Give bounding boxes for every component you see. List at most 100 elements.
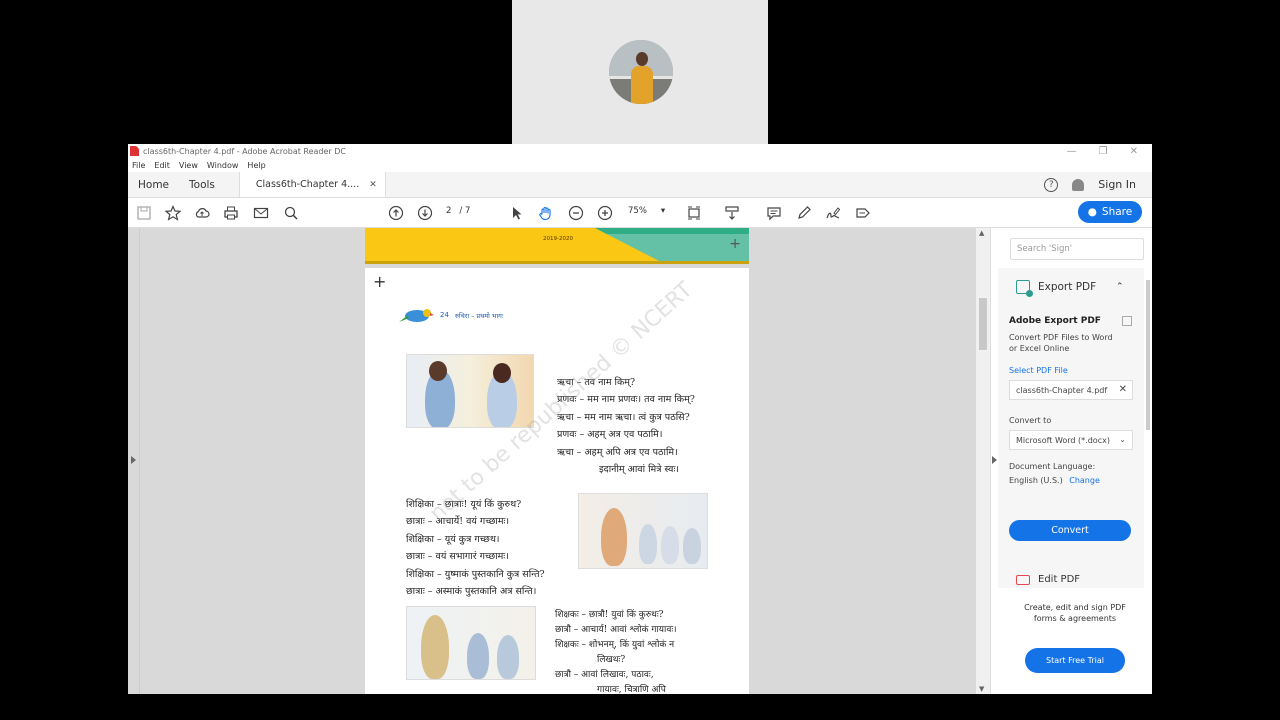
dialogue-line: ऋचा – तव नाम किम्? <box>557 377 636 388</box>
tools-pane: Search 'Sign' Export PDF ⌃ Adobe Export … <box>998 228 1152 694</box>
maximize-button[interactable]: ❐ <box>1099 146 1108 157</box>
help-icon[interactable]: ? <box>1044 177 1059 192</box>
promo-line: Create, edit and sign PDF <box>1024 603 1126 612</box>
dialogue-2: शिक्षिका – छात्राः! यूयं किं कुरुथ? छात्… <box>406 496 545 600</box>
dialogue-1: ऋचा – तव नाम किम्? प्रणवः – मम नाम प्रणव… <box>557 374 695 478</box>
start-free-trial-button[interactable]: Start Free Trial <box>1025 648 1125 673</box>
crosshair-cursor-icon: + <box>373 272 387 291</box>
pdf-file-icon <box>130 146 139 156</box>
menu-edit[interactable]: Edit <box>154 161 170 170</box>
export-description-2: or Excel Online <box>1009 344 1070 353</box>
next-page-icon[interactable] <box>417 205 433 221</box>
scroll-down-icon[interactable]: ▼ <box>979 685 984 693</box>
document-viewport[interactable]: 2019-2020 + + 24 रुचिरा – प्रथमो भागः ऋच… <box>128 228 990 694</box>
menu-bar: File Edit View Window Help <box>128 158 1152 172</box>
page-year: 2019-2020 <box>543 236 573 242</box>
scroll-mode-icon[interactable] <box>724 205 740 221</box>
edit-pdf-icon <box>1016 574 1030 585</box>
expand-left-icon <box>131 456 136 464</box>
cloud-upload-icon[interactable] <box>194 205 210 221</box>
search-zoom-icon[interactable] <box>283 205 299 221</box>
panel-scrollbar[interactable] <box>1144 268 1152 588</box>
select-cursor-icon[interactable] <box>509 205 525 221</box>
left-panel-toggle[interactable] <box>128 228 140 694</box>
convert-button[interactable]: Convert <box>1009 520 1131 541</box>
bookmark-star-icon[interactable] <box>165 205 181 221</box>
chevron-down-icon: ⌄ <box>1119 435 1126 444</box>
print-icon[interactable] <box>223 205 239 221</box>
copy-icon[interactable] <box>1122 316 1132 326</box>
scroll-up-icon[interactable]: ▲ <box>979 229 984 237</box>
save-icon[interactable] <box>136 205 152 221</box>
select-file-link[interactable]: Select PDF File <box>1009 366 1068 375</box>
email-icon[interactable] <box>253 205 269 221</box>
tools-search-input[interactable]: Search 'Sign' <box>1010 238 1144 260</box>
zoom-out-icon[interactable] <box>568 205 584 221</box>
chevron-up-icon[interactable]: ⌃ <box>1116 282 1124 292</box>
dialogue-line: छात्रौ – आचार्य! आवां श्लोकं गायावः। <box>555 625 677 635</box>
selected-file-field: class6th-Chapter 4.pdf ✕ <box>1009 380 1133 400</box>
add-person-icon: ● <box>1087 206 1097 218</box>
main-toolbar: 2 / 7 75% ▾ ● Share <box>128 198 1152 228</box>
convert-to-label: Convert to <box>1009 416 1052 425</box>
page-fit-icon[interactable] <box>686 205 702 221</box>
export-pdf-icon <box>1016 280 1033 297</box>
page-current-input[interactable]: 2 <box>446 206 451 216</box>
right-pane-toggle[interactable] <box>990 228 998 694</box>
remove-file-icon[interactable]: ✕ <box>1119 384 1127 395</box>
dialogue-line: छात्रौ – आवां लिखावः, पठावः, <box>555 670 654 680</box>
change-language-link[interactable]: Change <box>1069 476 1100 485</box>
highlight-pen-icon[interactable] <box>796 205 812 221</box>
comment-icon[interactable] <box>766 205 782 221</box>
close-tab-icon[interactable]: ✕ <box>369 180 377 190</box>
sign-in-link[interactable]: Sign In <box>1098 178 1136 191</box>
crosshair-icon: + <box>729 236 741 252</box>
tab-document[interactable]: Class6th-Chapter 4.... ✕ <box>238 172 386 197</box>
menu-file[interactable]: File <box>132 161 145 170</box>
zoom-in-icon[interactable] <box>597 205 613 221</box>
dialogue-line: शिक्षिका – युष्माकं पुस्तकानि कुत्र सन्त… <box>406 568 545 580</box>
notification-bell-icon[interactable] <box>1072 178 1085 191</box>
scrollbar-thumb[interactable] <box>979 298 987 350</box>
tab-document-label: Class6th-Chapter 4.... <box>255 179 360 190</box>
dialogue-line: शिक्षिका – छात्राः! यूयं किं कुरुथ? <box>406 499 522 510</box>
share-button[interactable]: ● Share <box>1078 201 1142 223</box>
menu-window[interactable]: Window <box>207 161 239 170</box>
more-tools-icon[interactable] <box>855 205 871 221</box>
export-pdf-panel: Export PDF ⌃ Adobe Export PDF Convert PD… <box>998 268 1144 588</box>
close-window-button[interactable]: ✕ <box>1130 146 1138 157</box>
tab-tools[interactable]: Tools <box>179 172 225 197</box>
format-select[interactable]: Microsoft Word (*.docx) ⌄ <box>1009 430 1133 450</box>
panel-scrollbar-thumb[interactable] <box>1146 280 1150 430</box>
menu-view[interactable]: View <box>179 161 198 170</box>
window-title: class6th-Chapter 4.pdf - Adobe Acrobat R… <box>143 146 346 156</box>
dialogue-line: इदानीम् आवां मित्रे स्वः। <box>599 464 679 476</box>
dialogue-line: ऋचा – अहम् अपि अत्र एव पठामि। <box>557 446 678 458</box>
vertical-scrollbar[interactable]: ▲ ▼ <box>976 228 990 694</box>
zoom-level: 75% <box>628 206 647 216</box>
dialogue-line: प्रणवः – मम नाम प्रणवः। तव नाम किम्? <box>557 394 695 406</box>
menu-help[interactable]: Help <box>247 161 265 170</box>
page-indicator[interactable]: 2 / 7 <box>446 206 470 216</box>
edit-pdf-tool[interactable]: Edit PDF <box>1016 574 1080 585</box>
promo-line: forms & agreements <box>1033 614 1117 623</box>
previous-page-icon[interactable] <box>388 205 404 221</box>
dialogue-line: छात्राः – वयं सभागारं गच्छामः। <box>406 551 509 563</box>
title-bar: class6th-Chapter 4.pdf - Adobe Acrobat R… <box>128 144 1152 158</box>
tab-home[interactable]: Home <box>128 172 179 197</box>
participant-avatar <box>609 40 673 104</box>
dialogue-line: ऋचा – मम नाम ऋचा। त्वं कुत्र पठसि? <box>557 411 690 423</box>
format-value: Microsoft Word (*.docx) <box>1016 436 1110 445</box>
export-pdf-header[interactable]: Export PDF <box>1016 280 1096 297</box>
fill-sign-icon[interactable] <box>825 205 841 221</box>
dialogue-line: छात्राः – आचार्ये! वयं गच्छामः। <box>406 516 510 528</box>
zoom-level-dropdown[interactable]: 75% ▾ <box>628 206 665 216</box>
minimize-button[interactable]: — <box>1067 146 1077 157</box>
export-description-1: Convert PDF Files to Word <box>1009 333 1113 342</box>
illustration-teacher-students <box>578 493 708 569</box>
tab-bar: Home Tools Class6th-Chapter 4.... ✕ ? Si… <box>128 172 1152 198</box>
dialogue-line: शिक्षकः – छात्रौ! युवां किं कुरुथः? <box>555 610 664 620</box>
promo-text: Create, edit and sign PDF forms & agreem… <box>998 602 1152 624</box>
previous-page-bottom: 2019-2020 + <box>365 228 749 264</box>
hand-tool-icon[interactable] <box>538 205 554 221</box>
